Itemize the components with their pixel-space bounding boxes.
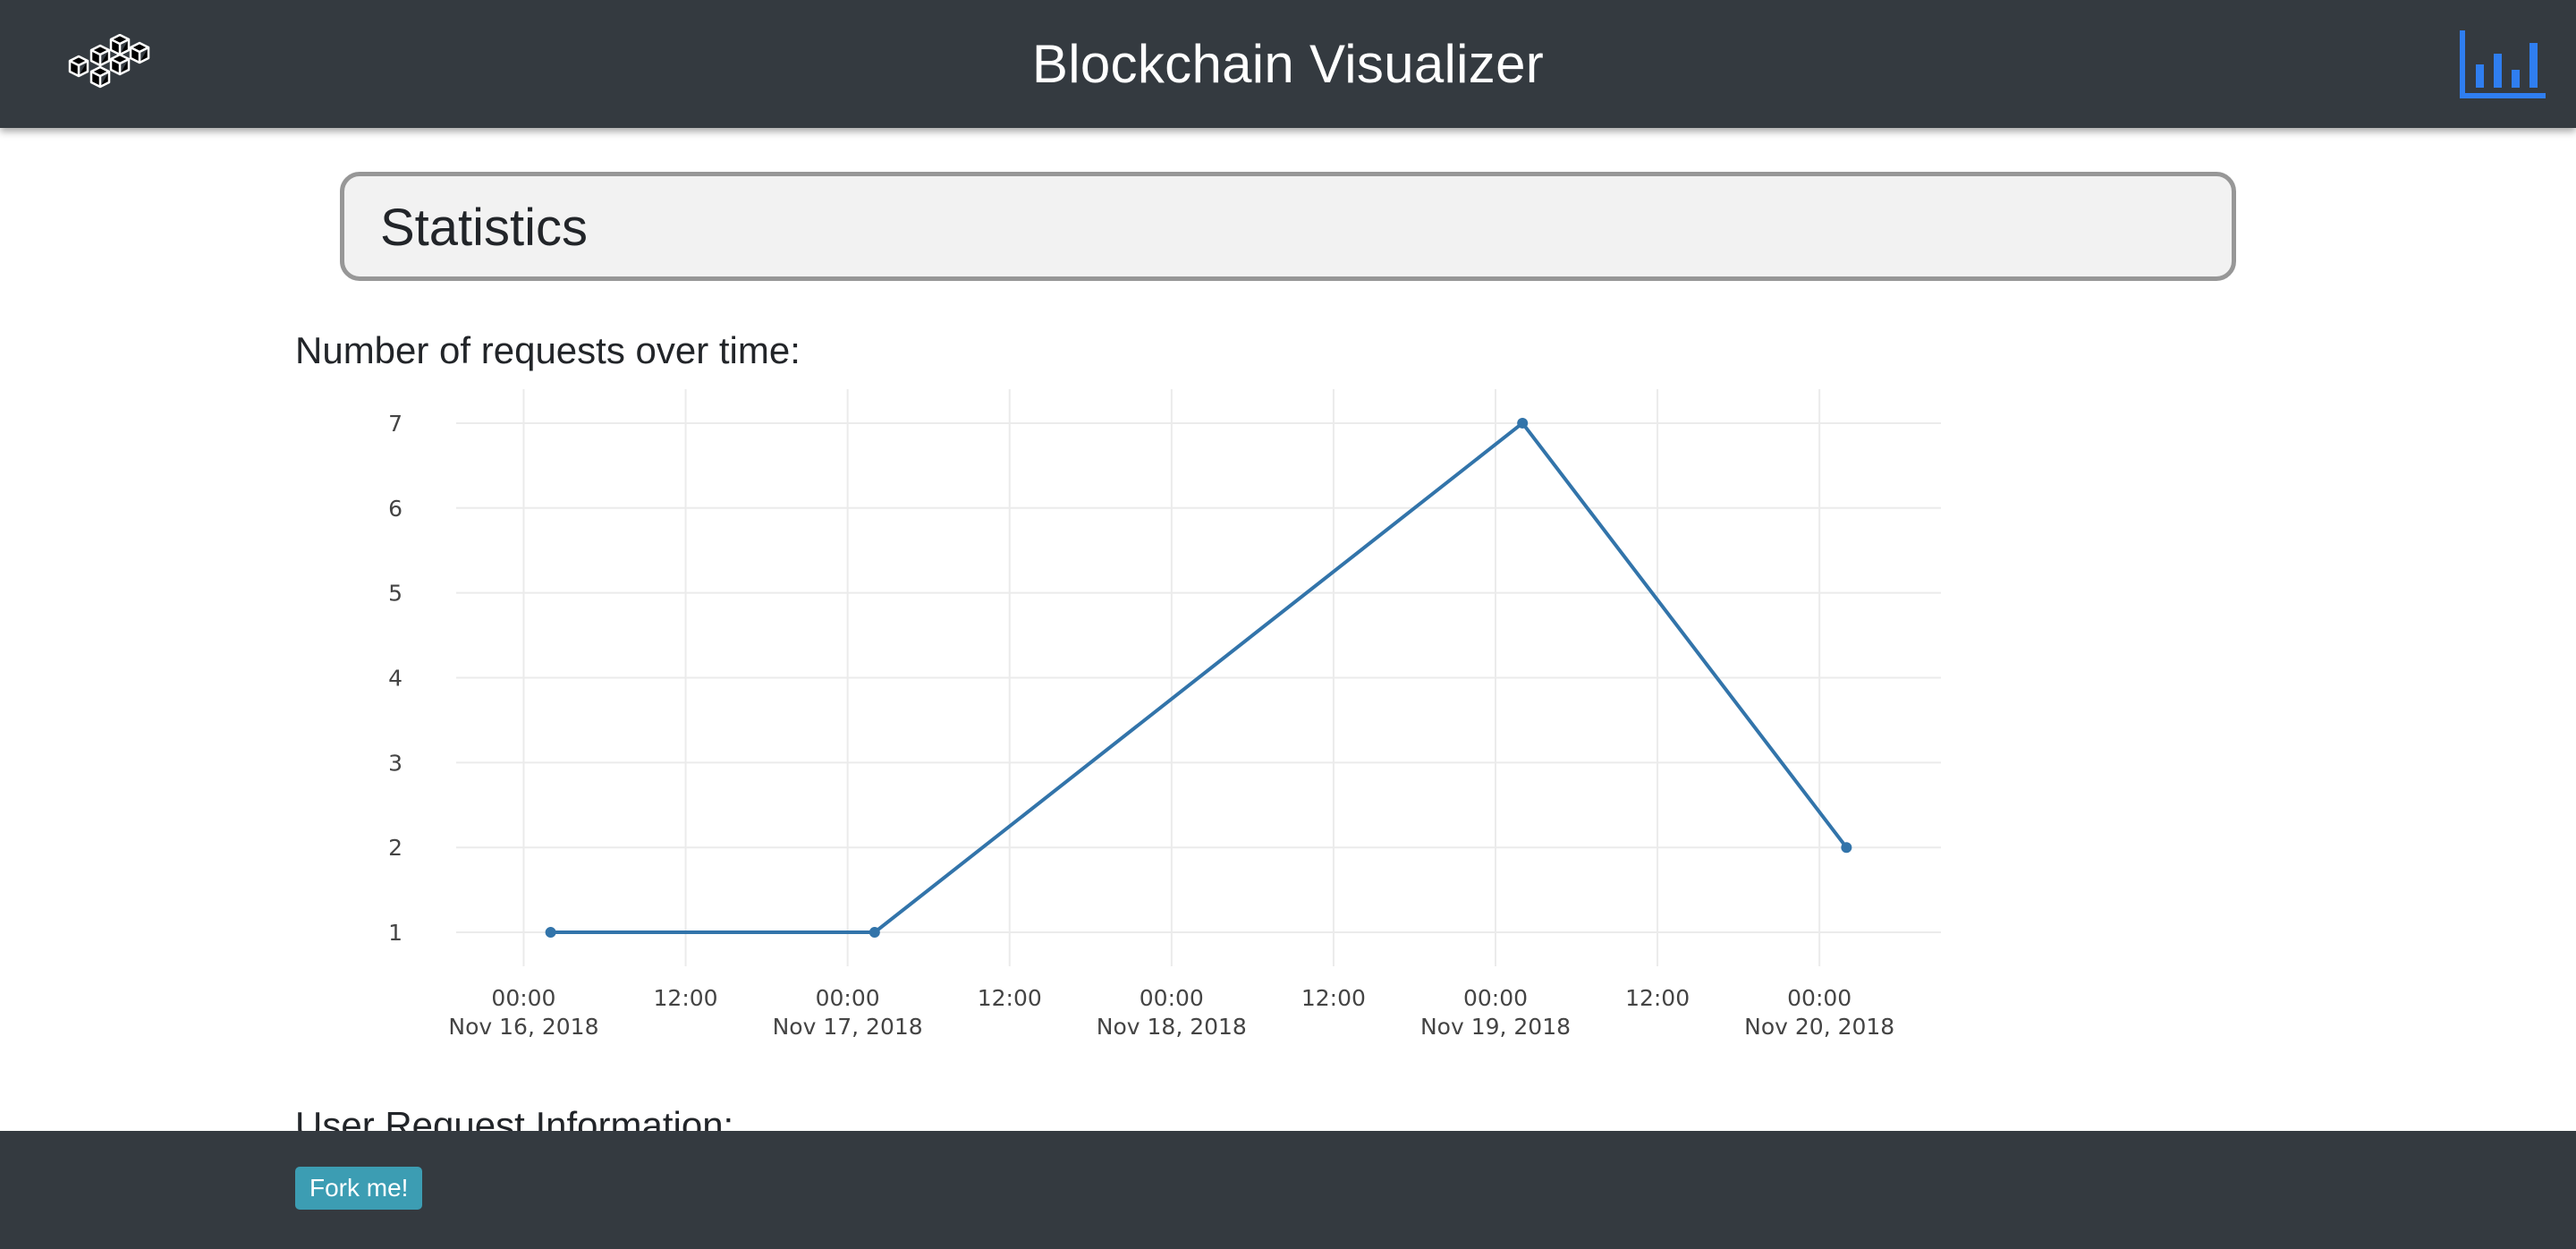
x-tick-date-label: Nov 16, 2018 (448, 1014, 598, 1040)
x-tick-label: 12:00 (978, 985, 1042, 1011)
x-tick-date-label: Nov 17, 2018 (773, 1014, 923, 1040)
x-tick-label: 12:00 (1625, 985, 1690, 1011)
y-tick-label: 6 (388, 496, 402, 522)
x-tick-label: 00:00 (1787, 985, 1852, 1011)
x-tick-date-label: Nov 19, 2018 (1420, 1014, 1571, 1040)
data-point (869, 927, 880, 939)
top-navbar: Blockchain Visualizer (0, 0, 2576, 128)
bar-chart-icon[interactable] (2458, 30, 2547, 98)
requests-line-chart: 00:00 Nov 16, 2018 12:00 00:00 Nov 17, 2018 1… (388, 389, 1941, 1040)
fork-me-button[interactable]: Fork me! (295, 1167, 423, 1210)
statistics-header-box: Statistics (340, 172, 2236, 281)
y-tick-label: 3 (388, 750, 402, 776)
chart-heading: Number of requests over time: (295, 329, 801, 371)
x-tick-date-label: Nov 18, 2018 (1097, 1014, 1247, 1040)
x-tick-label: 00:00 (491, 985, 555, 1011)
data-point (1841, 842, 1852, 854)
y-tick-label: 2 (388, 835, 402, 861)
section-title: Statistics (380, 199, 589, 257)
x-tick-label: 12:00 (654, 985, 718, 1011)
x-tick-label: 00:00 (1140, 985, 1204, 1011)
y-tick-label: 5 (388, 581, 402, 607)
y-tick-label: 4 (388, 666, 402, 692)
x-tick-label: 00:00 (816, 985, 880, 1011)
requests-chart: 00:00 Nov 16, 2018 12:00 00:00 Nov 17, 2018 1… (358, 380, 1968, 1042)
y-tick-label: 1 (388, 920, 402, 946)
x-tick-label: 12:00 (1301, 985, 1366, 1011)
y-tick-label: 7 (388, 411, 402, 437)
data-point (545, 927, 556, 939)
footer-bar: Fork me! (0, 1131, 2576, 1249)
x-tick-label: 00:00 (1463, 985, 1528, 1011)
x-tick-date-label: Nov 20, 2018 (1744, 1014, 1894, 1040)
app-title: Blockchain Visualizer (1031, 34, 1545, 94)
data-point (1517, 417, 1529, 429)
